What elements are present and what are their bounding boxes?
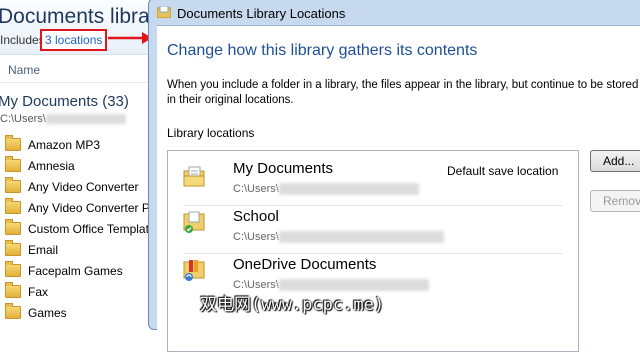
item-label: Amazon MP3 <box>28 137 101 152</box>
group-path: C:\Users\ <box>0 113 126 125</box>
folder-icon <box>5 303 21 319</box>
item-label: Fax <box>28 284 49 299</box>
dialog-description: When you include a folder in a library, … <box>167 79 639 106</box>
locations-link[interactable]: 3 locations <box>40 29 108 51</box>
item-label: Games <box>28 305 67 320</box>
group-header[interactable]: My Documents (33) <box>0 93 129 110</box>
dialog-titlebar[interactable]: Documents Library Locations <box>149 0 640 25</box>
list-item[interactable]: Any Video Converter <box>5 176 150 197</box>
row-divider <box>183 205 563 206</box>
watermark: 双电网(www.pcpc.me) <box>200 295 385 315</box>
location-name: School <box>233 208 279 225</box>
list-item[interactable]: Email <box>5 239 150 260</box>
item-label: Facepalm Games <box>28 263 123 278</box>
library-icon <box>157 6 171 18</box>
default-save-location-badge: Default save location <box>447 164 559 178</box>
documents-folder-icon <box>183 166 205 187</box>
column-header: Name <box>0 58 150 83</box>
location-row-my-documents[interactable]: My Documents C:\Users\ Default save loca… <box>183 159 563 206</box>
folder-icon <box>5 282 21 298</box>
item-label: Any Video Converter <box>28 179 139 194</box>
dialog-heading: Change how this library gathers its cont… <box>167 42 478 59</box>
locations-list: My Documents C:\Users\ Default save loca… <box>167 150 579 352</box>
folder-icon <box>5 240 21 256</box>
location-path-text: C:\Users\ <box>233 231 279 243</box>
library-locations-label: Library locations <box>167 126 255 140</box>
redacted-path <box>278 183 419 196</box>
location-row-school[interactable]: School C:\Users\ <box>183 207 563 254</box>
list-item[interactable]: Amazon MP3 <box>5 134 150 155</box>
folder-icon <box>5 219 21 235</box>
list-item[interactable]: Facepalm Games <box>5 260 150 281</box>
redacted-path <box>45 114 126 125</box>
location-name: OneDrive Documents <box>233 256 377 273</box>
name-column-header[interactable]: Name <box>8 63 40 77</box>
add-location-button[interactable]: Add... <box>590 150 640 172</box>
folder-icon <box>5 198 21 214</box>
item-label: Amnesia <box>28 158 75 173</box>
remove-location-button[interactable]: Remove <box>590 190 640 212</box>
library-header: Documents library Includes: 3 locations <box>0 0 150 55</box>
item-label: Custom Office Templat <box>28 221 149 236</box>
location-path: C:\Users\ <box>233 231 444 244</box>
folder-icon <box>5 135 21 151</box>
redacted-path <box>278 231 444 244</box>
list-item[interactable]: Any Video Converter Pr <box>5 197 150 218</box>
list-item[interactable]: Fax <box>5 281 150 302</box>
location-name: My Documents <box>233 160 334 177</box>
list-item[interactable]: Custom Office Templat <box>5 218 150 239</box>
folder-sync-icon <box>183 260 205 281</box>
folder-icon <box>5 177 21 193</box>
location-path: C:\Users\ <box>233 183 419 196</box>
library-title: Documents library <box>0 5 150 28</box>
item-label: Email <box>28 242 59 257</box>
folder-check-icon <box>183 211 205 233</box>
explorer-window: Documents library Includes: 3 locations … <box>0 0 150 323</box>
library-locations-dialog: Documents Library Locations Change how t… <box>148 0 640 352</box>
row-divider <box>183 253 563 254</box>
item-label: Any Video Converter Pr <box>28 200 150 215</box>
list-item[interactable]: Games <box>5 302 150 323</box>
group-path-text: C:\Users\ <box>0 113 46 125</box>
dialog-title: Documents Library Locations <box>177 6 346 21</box>
file-list: Amazon MP3 Amnesia Any Video Converter A… <box>5 134 150 323</box>
folder-icon <box>5 156 21 172</box>
list-item[interactable]: Amnesia <box>5 155 150 176</box>
folder-icon <box>5 261 21 277</box>
location-path-text: C:\Users\ <box>233 183 279 195</box>
